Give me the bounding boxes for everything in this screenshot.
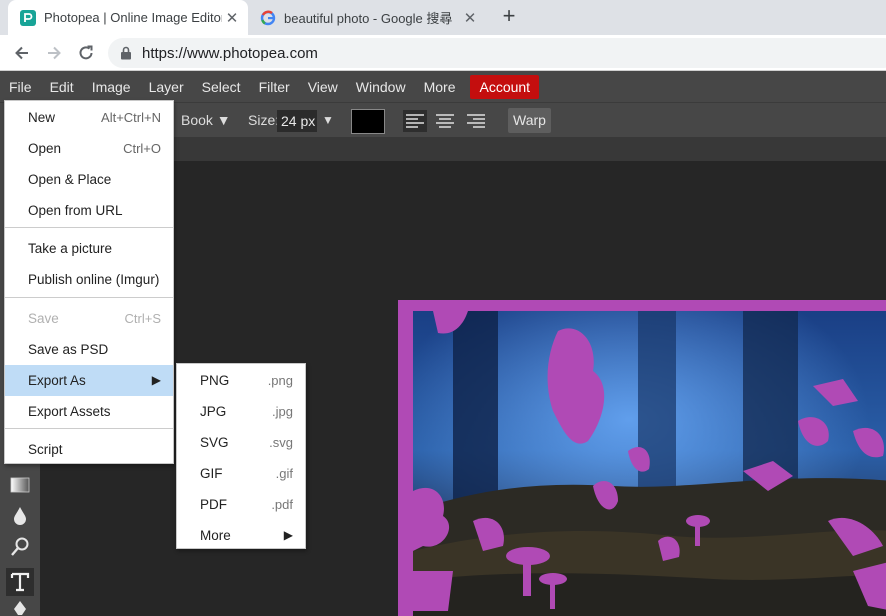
align-right-icon <box>467 114 485 128</box>
forest-photo <box>413 311 886 616</box>
export-png[interactable]: PNG .png <box>177 365 305 396</box>
document-canvas[interactable] <box>413 311 886 616</box>
font-size-input[interactable]: 24 px <box>277 110 317 132</box>
file-menu-dropdown: New Alt+Ctrl+N Open Ctrl+O Open & Place … <box>4 100 174 464</box>
export-jpg[interactable]: JPG .jpg <box>177 396 305 427</box>
submenu-arrow-icon: ▶ <box>151 373 161 387</box>
pen-icon <box>14 601 26 615</box>
dodge-tool[interactable] <box>6 533 34 561</box>
browser-tab-bar: Photopea | Online Image Editor ✕ beautif… <box>0 0 886 35</box>
menu-item-open-place[interactable]: Open & Place <box>5 164 173 195</box>
align-left-icon <box>406 114 424 128</box>
tab-photopea[interactable]: Photopea | Online Image Editor ✕ <box>8 0 248 35</box>
menu-more[interactable]: More <box>415 75 465 99</box>
font-style-select[interactable]: Book ▼ <box>181 112 231 128</box>
align-left-button[interactable] <box>403 110 427 132</box>
export-pdf[interactable]: PDF .pdf <box>177 489 305 520</box>
export-more[interactable]: More ▶ <box>177 520 305 551</box>
font-size-dropdown[interactable]: ▼ <box>322 113 334 127</box>
close-icon[interactable]: ✕ <box>222 9 242 27</box>
gradient-tool[interactable] <box>6 471 34 499</box>
menu-select[interactable]: Select <box>193 75 250 99</box>
menu-layer[interactable]: Layer <box>140 75 193 99</box>
menu-item-script[interactable]: Script <box>5 434 173 465</box>
export-submenu: PNG .png JPG .jpg SVG .svg GIF .gif PDF … <box>176 363 306 549</box>
app-menubar: File Edit Image Layer Select Filter View… <box>0 71 886 102</box>
export-svg[interactable]: SVG .svg <box>177 427 305 458</box>
menu-item-export-assets[interactable]: Export Assets <box>5 396 173 427</box>
url-text: https://www.photopea.com <box>142 44 318 62</box>
menu-item-save-psd[interactable]: Save as PSD <box>5 334 173 365</box>
menu-item-open-url[interactable]: Open from URL <box>5 195 173 226</box>
menu-item-save: Save Ctrl+S <box>28 311 161 326</box>
address-bar: https://www.photopea.com <box>0 35 886 71</box>
reload-icon <box>79 45 93 60</box>
tab-title: Photopea | Online Image Editor <box>44 10 222 25</box>
menu-separator <box>5 297 173 298</box>
menu-item-open[interactable]: Open Ctrl+O <box>5 133 173 164</box>
menu-window[interactable]: Window <box>347 75 415 99</box>
blur-icon <box>14 507 26 525</box>
account-button[interactable]: Account <box>470 74 540 99</box>
back-arrow-icon <box>15 46 28 60</box>
menu-separator <box>5 227 173 228</box>
menu-item-new[interactable]: New Alt+Ctrl+N <box>5 102 173 133</box>
close-icon[interactable]: ✕ <box>460 9 480 27</box>
warp-button[interactable]: Warp <box>508 108 551 133</box>
lock-icon <box>120 46 132 60</box>
align-center-icon <box>436 114 454 128</box>
submenu-arrow-icon: ▶ <box>283 528 293 542</box>
text-tool-icon <box>10 572 30 592</box>
gradient-icon <box>10 477 30 493</box>
text-color-swatch[interactable] <box>351 109 385 134</box>
menu-separator <box>5 428 173 429</box>
align-center-button[interactable] <box>433 110 457 132</box>
export-gif[interactable]: GIF .gif <box>177 458 305 489</box>
new-tab-button[interactable]: + <box>497 5 521 29</box>
menu-item-export-as[interactable]: Export As ▶ <box>5 365 173 396</box>
back-button[interactable] <box>11 42 33 64</box>
menu-image[interactable]: Image <box>83 75 140 99</box>
menu-item-publish-online[interactable]: Publish online (Imgur) <box>5 264 173 295</box>
google-icon <box>260 10 276 26</box>
size-label: Size: <box>248 112 280 128</box>
tab-google[interactable]: beautiful photo - Google 搜尋 ✕ <box>248 0 486 35</box>
align-right-button[interactable] <box>464 110 488 132</box>
pen-tool[interactable] <box>6 599 34 616</box>
menu-item-take-picture[interactable]: Take a picture <box>5 233 173 264</box>
url-field[interactable]: https://www.photopea.com <box>108 38 886 68</box>
menu-file[interactable]: File <box>0 75 41 99</box>
forward-arrow-icon <box>48 46 61 60</box>
reload-button[interactable] <box>75 42 97 64</box>
tab-title: beautiful photo - Google 搜尋 <box>284 11 453 26</box>
dodge-icon <box>11 537 29 556</box>
forward-button[interactable] <box>43 42 65 64</box>
blur-tool[interactable] <box>6 502 34 530</box>
photopea-icon <box>20 9 36 26</box>
menu-edit[interactable]: Edit <box>41 75 83 99</box>
text-tool[interactable] <box>6 568 34 596</box>
menu-filter[interactable]: Filter <box>250 75 299 99</box>
menu-view[interactable]: View <box>299 75 347 99</box>
